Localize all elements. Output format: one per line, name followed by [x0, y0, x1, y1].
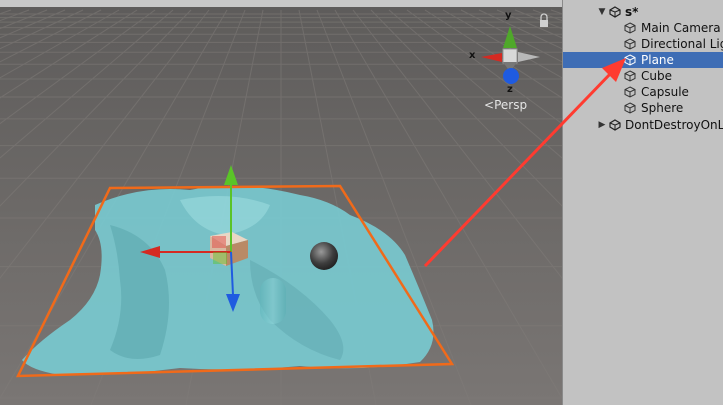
hierarchy-item[interactable]: Sphere [563, 100, 723, 116]
projection-label: Persp [494, 98, 528, 112]
gizmo-z-label: z [507, 84, 513, 95]
hierarchy-item-label: Plane [641, 53, 674, 67]
hierarchy-item-label: Cube [641, 69, 672, 83]
dontdestroy-label: DontDestroyOnLoad [625, 118, 723, 132]
gizmo-y-label: y [505, 10, 512, 21]
expand-arrow-icon[interactable]: ▶ [597, 117, 607, 133]
cube-icon [624, 70, 636, 82]
gizmo-z-cone[interactable] [503, 68, 519, 84]
xz-plane-handle[interactable] [213, 252, 227, 264]
hierarchy-item[interactable]: Directional Light [563, 36, 723, 52]
scene-name: s* [625, 5, 639, 19]
cube-icon [624, 102, 636, 114]
hierarchy-panel[interactable]: ▼ s* Main Camera Directional Light Plane Cu… [562, 0, 723, 405]
hierarchy-item-label: Capsule [641, 85, 689, 99]
hierarchy-item-label: Sphere [641, 101, 684, 115]
unity-scene-icon [609, 6, 621, 18]
sphere-object[interactable] [310, 242, 338, 270]
hierarchy-item-label: Main Camera [641, 21, 721, 35]
collapse-arrow-icon[interactable]: ▼ [597, 4, 607, 20]
scene-view[interactable]: y x z <Persp [0, 0, 562, 405]
scene-canvas[interactable] [0, 0, 562, 405]
persp-chevron-icon: < [484, 98, 495, 112]
hierarchy-scene-row[interactable]: ▼ s* [563, 4, 723, 20]
hierarchy-item[interactable]: Cube [563, 68, 723, 84]
capsule-object[interactable] [260, 278, 286, 324]
gizmo-center-cube[interactable] [502, 48, 518, 64]
cube-icon [624, 22, 636, 34]
cube-icon [624, 38, 636, 50]
hierarchy-item[interactable]: Plane [563, 52, 723, 68]
hierarchy-item-label: Directional Light [641, 37, 723, 51]
projection-toggle[interactable]: <Persp [484, 98, 527, 112]
gizmo-x-label: x [469, 50, 476, 61]
hierarchy-dontdestroy-row[interactable]: ▶ DontDestroyOnLoad [563, 117, 723, 133]
xy-plane-handle[interactable] [212, 236, 226, 248]
cube-icon [624, 54, 636, 66]
cube-icon [624, 86, 636, 98]
hierarchy-item[interactable]: Capsule [563, 84, 723, 100]
hierarchy-item[interactable]: Main Camera [563, 20, 723, 36]
unity-scene-icon [609, 119, 621, 131]
